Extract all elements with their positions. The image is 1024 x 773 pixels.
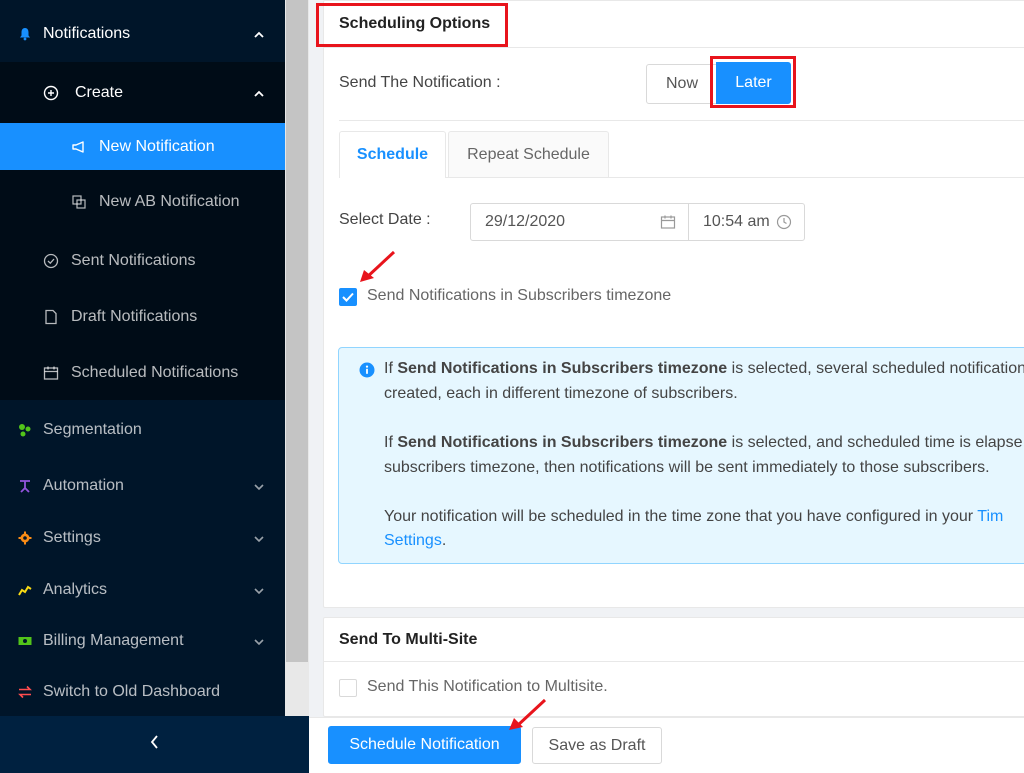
sidebar-item-label: Scheduled Notifications [71, 363, 239, 381]
file-icon [43, 309, 59, 325]
check-circle-icon [43, 253, 59, 269]
sidebar-item-label: Settings [43, 529, 101, 546]
calendar-icon [660, 214, 676, 235]
sidebar-scrollbar-thumb[interactable] [286, 0, 308, 662]
sidebar-item-scheduled-notifications[interactable]: Scheduled Notifications [0, 345, 285, 400]
megaphone-icon [71, 139, 87, 155]
card-header-divider [323, 47, 1024, 48]
sidebar-item-sent-notifications[interactable]: Sent Notifications [0, 233, 285, 289]
timezone-settings-link[interactable]: Settings [384, 532, 442, 549]
sidebar-item-label: Segmentation [43, 421, 142, 438]
tab-schedule[interactable]: Schedule [339, 131, 446, 178]
now-button[interactable]: Now [646, 64, 718, 104]
sidebar-item-label: Draft Notifications [71, 308, 198, 325]
sidebar-item-switch-old-dashboard[interactable]: Switch to Old Dashboard [0, 666, 285, 716]
chevron-down-icon [253, 532, 265, 544]
timezone-checkbox[interactable] [339, 288, 357, 306]
highlight-box [316, 3, 508, 47]
tab-repeat-schedule[interactable]: Repeat Schedule [448, 131, 609, 177]
checkmark-icon [342, 292, 354, 302]
calendar-icon [43, 365, 59, 381]
time-value: 10:54 am [703, 213, 770, 230]
multisite-checkbox[interactable] [339, 679, 357, 697]
automation-icon [17, 478, 33, 494]
sidebar-item-label: New Notification [99, 137, 215, 155]
sidebar-item-segmentation[interactable]: Segmentation [0, 404, 285, 456]
swap-icon [17, 684, 33, 700]
info-paragraph-1-line-2: created, each in different timezone of s… [384, 385, 738, 402]
sidebar-item-label: Create [75, 83, 124, 101]
info-paragraph-3-line-2: Settings. [384, 532, 447, 549]
clock-icon [776, 214, 792, 235]
gear-icon [17, 530, 33, 546]
card-header-divider [323, 661, 1024, 662]
date-input[interactable]: 29/12/2020 [470, 203, 689, 241]
info-paragraph-2-line-1: If Send Notifications in Subscribers tim… [384, 434, 1023, 451]
date-value: 29/12/2020 [485, 213, 566, 230]
sidebar-item-create[interactable]: Create [0, 62, 285, 123]
multisite-title: Send To Multi-Site [339, 631, 478, 648]
section-divider [339, 120, 1024, 121]
sidebar-item-draft-notifications[interactable]: Draft Notifications [0, 289, 285, 345]
highlight-box [710, 56, 796, 108]
sidebar-item-new-notification[interactable]: New Notification [0, 123, 285, 170]
chevron-up-icon [253, 87, 265, 99]
chevron-down-icon [253, 480, 265, 492]
sidebar-item-notifications[interactable]: Notifications [0, 5, 285, 62]
save-draft-button[interactable]: Save as Draft [532, 727, 662, 764]
analytics-icon [17, 582, 33, 598]
chevron-left-icon [149, 734, 161, 755]
info-paragraph-3-line-1: Your notification will be scheduled in t… [384, 508, 1004, 525]
sidebar-item-new-ab-notification[interactable]: New AB Notification [0, 170, 285, 233]
segmentation-icon [17, 422, 33, 438]
select-date-label: Select Date : [339, 211, 431, 228]
schedule-notification-button[interactable]: Schedule Notification [328, 726, 521, 764]
sidebar-item-label: Sent Notifications [71, 252, 196, 269]
sidebar-item-billing-management[interactable]: Billing Management [0, 615, 285, 667]
arrow-annotation-icon [509, 698, 547, 730]
sidebar-item-automation[interactable]: Automation [0, 460, 285, 512]
chevron-up-icon [253, 28, 265, 40]
time-input[interactable]: 10:54 am [688, 203, 805, 241]
sidebar-item-label: New AB Notification [99, 192, 240, 210]
sidebar-item-label: Automation [43, 477, 124, 494]
sidebar-item-label: Analytics [43, 581, 108, 598]
send-notification-label: Send The Notification : [339, 74, 501, 91]
plus-circle-icon [43, 85, 59, 101]
sidebar-collapse-button[interactable] [0, 716, 309, 773]
sidebar: Notifications Create New Notification Ne… [0, 0, 285, 716]
info-paragraph-1-line-1: If Send Notifications in Subscribers tim… [384, 360, 1024, 377]
bell-icon [17, 26, 33, 42]
sidebar-item-settings[interactable]: Settings [0, 512, 285, 564]
sidebar-item-label: Billing Management [43, 632, 184, 649]
info-circle-icon [359, 362, 375, 383]
timezone-checkbox-label[interactable]: Send Notifications in Subscribers timezo… [367, 287, 671, 305]
info-paragraph-2-line-2: subscribers timezone, then notifications… [384, 459, 990, 476]
timezone-settings-link[interactable]: Tim [977, 508, 1003, 525]
copy-icon [71, 194, 87, 210]
info-alert: If Send Notifications in Subscribers tim… [338, 347, 1024, 564]
arrow-annotation-icon [360, 250, 396, 282]
chevron-down-icon [253, 635, 265, 647]
money-icon [17, 633, 33, 649]
chevron-down-icon [253, 584, 265, 596]
sidebar-item-analytics[interactable]: Analytics [0, 564, 285, 616]
sidebar-item-label: Notifications [43, 24, 131, 42]
multisite-checkbox-label[interactable]: Send This Notification to Multisite. [367, 678, 608, 696]
sidebar-item-label: Switch to Old Dashboard [43, 683, 220, 700]
